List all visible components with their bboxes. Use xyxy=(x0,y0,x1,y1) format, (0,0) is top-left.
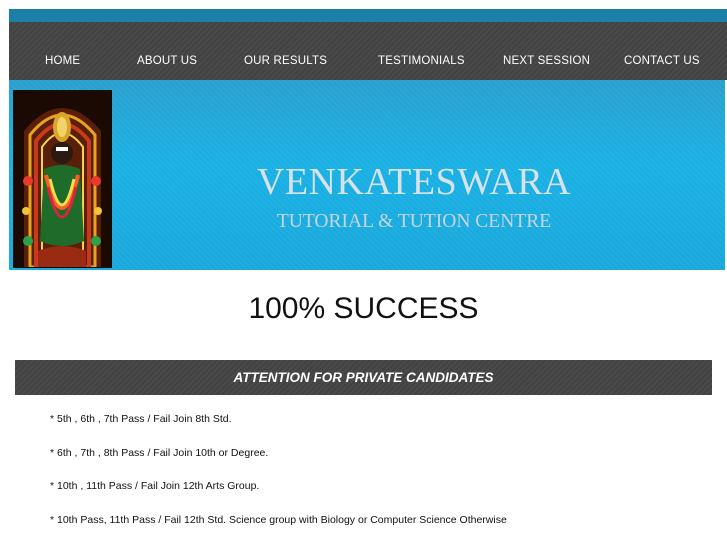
top-accent-strip xyxy=(9,9,727,22)
list-item: * 10th Pass, 11th Pass / Fail 12th Std. … xyxy=(50,513,507,546)
nav-contact-us[interactable]: CONTACT US xyxy=(624,55,700,67)
success-headline: 100% SUCCESS xyxy=(0,292,727,326)
site-title: VENKATESWARA xyxy=(239,160,589,204)
course-list: * 5th , 6th , 7th Pass / Fail Join 8th S… xyxy=(50,412,507,546)
main-navigation: HOME ABOUT US OUR RESULTS TESTIMONIALS N… xyxy=(9,22,727,80)
nav-testimonials[interactable]: TESTIMONIALS xyxy=(378,55,465,67)
list-item: * 5th , 6th , 7th Pass / Fail Join 8th S… xyxy=(50,412,507,446)
nav-next-session[interactable]: NEXT SESSION xyxy=(503,55,590,67)
list-item: * 10th , 11th Pass / Fail Join 12th Arts… xyxy=(50,479,507,513)
list-item: * 6th , 7th , 8th Pass / Fail Join 10th … xyxy=(50,446,507,480)
deity-image xyxy=(13,90,112,268)
private-candidates-banner: ATTENTION FOR PRIVATE CANDIDATES xyxy=(15,360,712,395)
site-subtitle: TUTORIAL & TUTION CENTRE xyxy=(239,211,589,233)
nav-our-results[interactable]: OUR RESULTS xyxy=(244,55,327,67)
nav-home[interactable]: HOME xyxy=(45,55,80,67)
header-banner: VENKATESWARA TUTORIAL & TUTION CENTRE xyxy=(9,80,725,270)
nav-about-us[interactable]: ABOUT US xyxy=(137,55,197,67)
